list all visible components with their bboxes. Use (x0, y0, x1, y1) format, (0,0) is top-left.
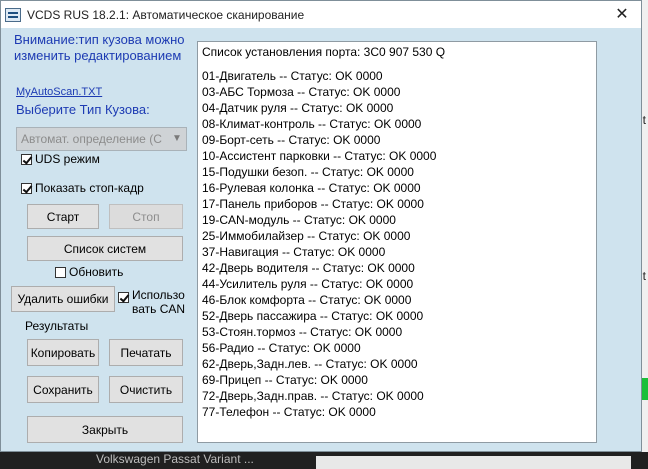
module-status-line: 17-Панель приборов -- Статус: OK 0000 (202, 197, 424, 211)
show-freeze-frame-checkbox[interactable]: Показать стоп-кадр (21, 181, 144, 195)
background-taskbar: Volkswagen Passat Variant ... (0, 452, 648, 469)
module-status-line: 15-Подушки безоп. -- Статус: OK 0000 (202, 165, 414, 179)
port-list-header: Список установления порта: 3C0 907 530 Q (202, 45, 446, 59)
module-status-line: 46-Блок комфорта -- Статус: OK 0000 (202, 293, 412, 307)
module-status-line: 37-Навигация -- Статус: OK 0000 (202, 245, 386, 259)
module-status-line: 04-Датчик руля -- Статус: OK 0000 (202, 101, 394, 115)
vcds-app-icon (5, 7, 21, 22)
clear-button[interactable]: Очистить (109, 376, 183, 403)
start-button[interactable]: Старт (27, 204, 99, 229)
results-group-label: Результаты (25, 319, 89, 333)
uds-mode-label: UDS режим (35, 152, 100, 166)
module-status-line: 77-Телефон -- Статус: OK 0000 (202, 405, 376, 419)
module-status-line: 09-Борт-сеть -- Статус: OK 0000 (202, 133, 381, 147)
body-type-label: Выберите Тип Кузова: (16, 102, 150, 117)
use-can-checkbox[interactable]: Использо вать CAN (118, 288, 185, 316)
body-type-select-value: Автомат. определение (C (21, 132, 162, 146)
title-bar[interactable]: VCDS RUS 18.2.1: Автоматическое сканиров… (1, 1, 641, 28)
background-text-fragment: t (642, 113, 646, 127)
show-freeze-frame-label: Показать стоп-кадр (35, 181, 144, 195)
refresh-checkbox[interactable]: Обновить (55, 265, 123, 279)
window-title: VCDS RUS 18.2.1: Автоматическое сканиров… (27, 7, 305, 22)
close-icon: ✕ (615, 6, 629, 23)
checkbox-checked-icon (21, 153, 32, 165)
checkbox-checked-icon (21, 182, 32, 194)
module-status-line: 01-Двигатель -- Статус: OK 0000 (202, 69, 383, 83)
use-can-label-line-2: вать CAN (132, 302, 186, 316)
autoscan-window: VCDS RUS 18.2.1: Автоматическое сканиров… (0, 0, 642, 452)
module-status-line: 53-Стоян.тормоз -- Статус: OK 0000 (202, 325, 403, 339)
module-status-line: 42-Дверь водителя -- Статус: OK 0000 (202, 261, 415, 275)
chevron-down-icon: ▼ (168, 128, 186, 150)
checkbox-checked-icon (118, 292, 129, 303)
background-taskbar-item[interactable]: Volkswagen Passat Variant ... (96, 452, 254, 466)
body-type-select[interactable]: Автомат. определение (C ▼ (16, 127, 187, 151)
stop-button[interactable]: Стоп (109, 204, 183, 229)
module-status-line: 19-CAN-модуль -- Статус: OK 0000 (202, 213, 396, 227)
module-status-line: 56-Радио -- Статус: OK 0000 (202, 341, 361, 355)
background-text-fragment: t (642, 269, 646, 283)
save-button[interactable]: Сохранить (27, 376, 99, 403)
module-status-line: 44-Усилитель руля -- Статус: OK 0000 (202, 277, 414, 291)
module-status-line: 72-Дверь,Задн.прав. -- Статус: OK 0000 (202, 389, 424, 403)
autoscan-file-link[interactable]: MyAutoScan.TXT (16, 86, 102, 98)
module-status-line: 16-Рулевая колонка -- Статус: OK 0000 (202, 181, 421, 195)
close-button[interactable]: Закрыть (27, 416, 183, 443)
copy-button[interactable]: Копировать (27, 339, 99, 366)
checkbox-unchecked-icon (55, 266, 66, 278)
refresh-label: Обновить (69, 265, 124, 279)
clear-errors-button[interactable]: Удалить ошибки (11, 286, 115, 312)
system-list-button[interactable]: Список систем (27, 236, 183, 261)
module-status-line: 69-Прицеп -- Статус: OK 0000 (202, 373, 368, 387)
use-can-label-line-1: Использо (132, 288, 185, 302)
background-panel (316, 456, 631, 469)
module-status-line: 25-Иммобилайзер -- Статус: OK 0000 (202, 229, 411, 243)
uds-mode-checkbox[interactable]: UDS режим (21, 152, 100, 166)
module-status-line: 08-Климат-контроль -- Статус: OK 0000 (202, 117, 422, 131)
scan-results-textbox[interactable]: Список установления порта: 3C0 907 530 Q… (197, 41, 597, 443)
module-status-line: 10-Ассистент парковки -- Статус: OK 0000 (202, 149, 437, 163)
module-status-line: 62-Дверь,Задн.лев. -- Статус: OK 0000 (202, 357, 418, 371)
module-status-line: 03-АБС Тормоза -- Статус: OK 0000 (202, 85, 401, 99)
module-status-line: 52-Дверь пассажира -- Статус: OK 0000 (202, 309, 424, 323)
body-type-notice: Внимание:тип кузова можно изменить редак… (14, 32, 185, 63)
close-window-button[interactable]: ✕ (611, 4, 633, 24)
use-can-label: Использо вать CAN (132, 288, 185, 316)
print-button[interactable]: Печатать (109, 339, 183, 366)
